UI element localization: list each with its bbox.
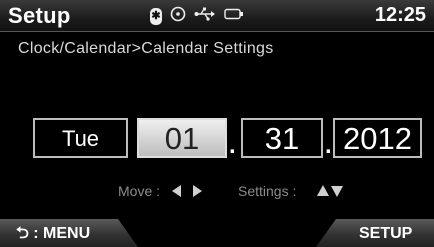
menu-button-label: ⮌ : MENU: [16, 225, 91, 242]
usb-icon: [194, 7, 216, 26]
month-field[interactable]: 01: [137, 118, 227, 158]
setup-button-label: SETUP: [359, 225, 413, 242]
disc-icon: [170, 6, 186, 27]
bluetooth-icon: ✱: [150, 7, 162, 25]
menu-button[interactable]: ⮌ : MENU: [0, 219, 138, 247]
navigation-hint: Move : Settings :: [0, 183, 434, 203]
status-bar: Setup ✱ 12:25: [0, 0, 434, 32]
year-field[interactable]: 2012: [333, 118, 422, 158]
status-icons: ✱: [150, 6, 244, 27]
setup-button[interactable]: SETUP: [316, 219, 434, 247]
up-down-arrows-icon: [316, 184, 344, 201]
date-separator: .: [325, 132, 332, 159]
app-title: Setup: [8, 3, 71, 28]
day-of-week-field: Tue: [33, 118, 128, 158]
move-hint-label: Move :: [118, 183, 161, 199]
date-separator: .: [229, 132, 236, 159]
breadcrumb: Clock/Calendar>Calendar Settings: [18, 40, 274, 57]
day-field[interactable]: 31: [241, 118, 323, 158]
calendar-settings-screen: Setup ✱ 12:25 Clock/Calendar>Calendar Se…: [0, 0, 434, 247]
clock: 12:25: [374, 4, 426, 26]
left-right-arrows-icon: [172, 184, 202, 201]
battery-icon: [224, 7, 244, 25]
date-row: Tue 01 . 31 . 2012: [0, 118, 434, 162]
settings-hint-label: Settings :: [238, 183, 297, 199]
